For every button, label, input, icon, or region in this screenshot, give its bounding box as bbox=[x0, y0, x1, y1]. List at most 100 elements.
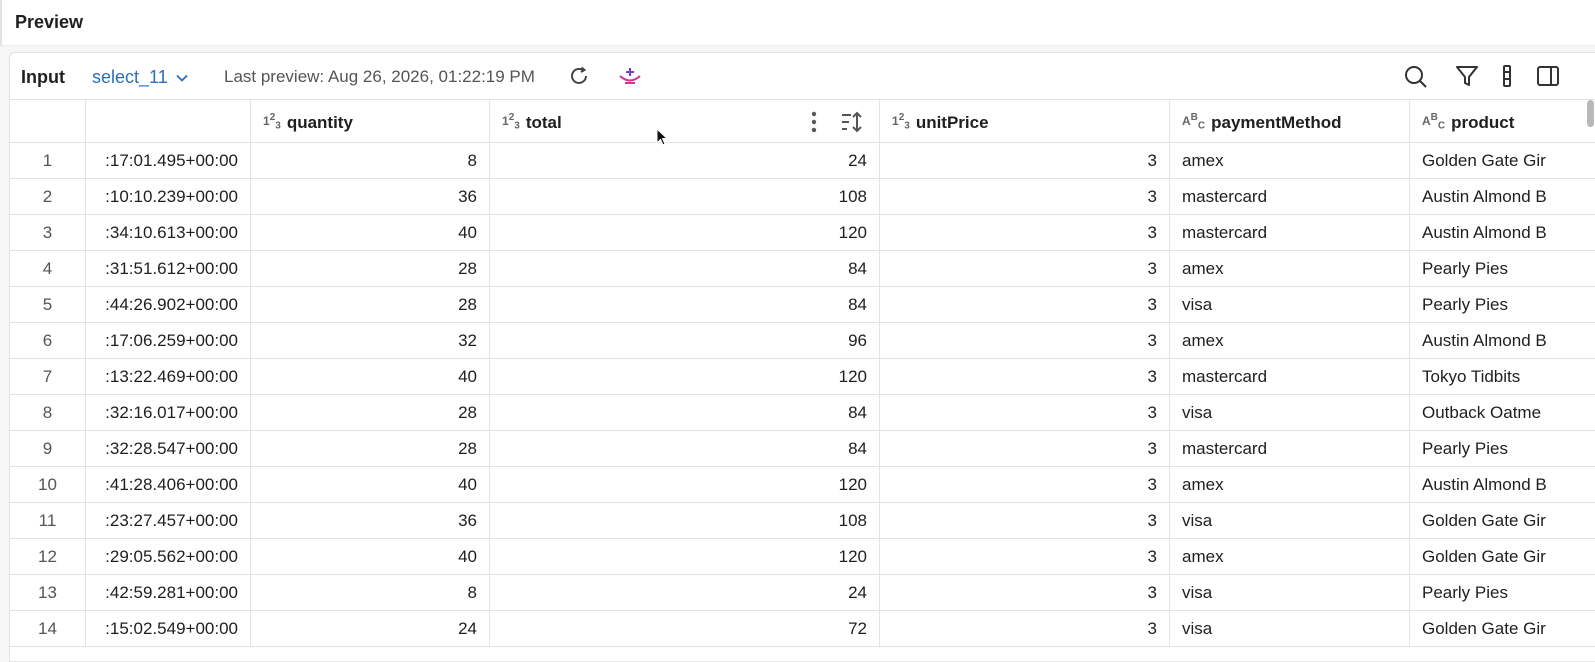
cell-quantity[interactable]: 8 bbox=[251, 575, 490, 611]
cell-timestamp[interactable]: :29:05.562+00:00 bbox=[86, 539, 251, 575]
cell-timestamp[interactable]: :44:26.902+00:00 bbox=[86, 287, 251, 323]
cell-timestamp[interactable]: :13:22.469+00:00 bbox=[86, 359, 251, 395]
cell-timestamp[interactable]: :17:01.495+00:00 bbox=[86, 143, 251, 179]
cell-unitprice[interactable]: 3 bbox=[880, 143, 1170, 179]
cell-timestamp[interactable]: :15:02.549+00:00 bbox=[86, 611, 251, 647]
table-row[interactable]: 13:42:59.281+00:00 8 24 3 visa Pearly Pies bbox=[10, 575, 1595, 611]
cell-product[interactable]: Golden Gate Gir bbox=[1410, 143, 1595, 179]
cell-quantity[interactable]: 40 bbox=[251, 539, 490, 575]
cell-timestamp[interactable]: :10:10.239+00:00 bbox=[86, 179, 251, 215]
panel-icon[interactable] bbox=[1535, 63, 1561, 89]
cell-product[interactable]: Tokyo Tidbits bbox=[1410, 359, 1595, 395]
row-index[interactable]: 9 bbox=[10, 431, 86, 467]
cell-quantity[interactable]: 24 bbox=[251, 611, 490, 647]
refresh-icon[interactable] bbox=[567, 64, 591, 88]
row-index[interactable]: 14 bbox=[10, 611, 86, 647]
cell-paymentmethod[interactable]: amex bbox=[1170, 251, 1410, 287]
cell-timestamp[interactable]: :42:59.281+00:00 bbox=[86, 575, 251, 611]
cell-total[interactable]: 84 bbox=[490, 287, 880, 323]
cell-total[interactable]: 108 bbox=[490, 179, 880, 215]
table-row[interactable]: 9:32:28.547+00:00 28 84 3 mastercard Pearly P… bbox=[10, 431, 1595, 467]
row-index[interactable]: 10 bbox=[10, 467, 86, 503]
cell-product[interactable]: Golden Gate Gir bbox=[1410, 611, 1595, 647]
source-select[interactable]: select_11 bbox=[92, 67, 188, 88]
header-quantity[interactable]: 123 quantity bbox=[251, 100, 490, 143]
cell-paymentmethod[interactable]: amex bbox=[1170, 143, 1410, 179]
cell-unitprice[interactable]: 3 bbox=[880, 467, 1170, 503]
cell-quantity[interactable]: 28 bbox=[251, 431, 490, 467]
cell-unitprice[interactable]: 3 bbox=[880, 503, 1170, 539]
cell-total[interactable]: 108 bbox=[490, 503, 880, 539]
header-timestamp[interactable] bbox=[86, 100, 251, 143]
table-row[interactable]: 8:32:16.017+00:00 28 84 3 visa Outback Oatme bbox=[10, 395, 1595, 431]
cell-product[interactable]: Pearly Pies bbox=[1410, 287, 1595, 323]
table-row[interactable]: 14:15:02.549+00:00 24 72 3 visa Golden Gate G… bbox=[10, 611, 1595, 647]
cell-quantity[interactable]: 40 bbox=[251, 215, 490, 251]
cell-paymentmethod[interactable]: mastercard bbox=[1170, 215, 1410, 251]
row-index[interactable]: 6 bbox=[10, 323, 86, 359]
table-row[interactable]: 11:23:27.457+00:00 36 108 3 visa Golden Gate … bbox=[10, 503, 1595, 539]
cell-unitprice[interactable]: 3 bbox=[880, 611, 1170, 647]
row-index[interactable]: 2 bbox=[10, 179, 86, 215]
cell-product[interactable]: Austin Almond B bbox=[1410, 467, 1595, 503]
row-index[interactable]: 12 bbox=[10, 539, 86, 575]
cell-paymentmethod[interactable]: visa bbox=[1170, 611, 1410, 647]
cell-unitprice[interactable]: 3 bbox=[880, 539, 1170, 575]
cell-quantity[interactable]: 36 bbox=[251, 179, 490, 215]
cell-timestamp[interactable]: :31:51.612+00:00 bbox=[86, 251, 251, 287]
cell-quantity[interactable]: 40 bbox=[251, 359, 490, 395]
cell-product[interactable]: Pearly Pies bbox=[1410, 251, 1595, 287]
cell-quantity[interactable]: 36 bbox=[251, 503, 490, 539]
table-row[interactable]: 12:29:05.562+00:00 40 120 3 amex Golden Gate … bbox=[10, 539, 1595, 575]
cell-quantity[interactable]: 8 bbox=[251, 143, 490, 179]
cell-paymentmethod[interactable]: mastercard bbox=[1170, 431, 1410, 467]
cell-total[interactable]: 120 bbox=[490, 359, 880, 395]
cell-total[interactable]: 84 bbox=[490, 251, 880, 287]
cell-product[interactable]: Pearly Pies bbox=[1410, 431, 1595, 467]
table-row[interactable]: 4:31:51.612+00:00 28 84 3 amex Pearly Pies bbox=[10, 251, 1595, 287]
table-row[interactable]: 3:34:10.613+00:00 40 120 3 mastercard Austin … bbox=[10, 215, 1595, 251]
cell-total[interactable]: 72 bbox=[490, 611, 880, 647]
cell-total[interactable]: 96 bbox=[490, 323, 880, 359]
cell-quantity[interactable]: 28 bbox=[251, 251, 490, 287]
row-index[interactable]: 8 bbox=[10, 395, 86, 431]
cell-product[interactable]: Golden Gate Gir bbox=[1410, 539, 1595, 575]
cell-total[interactable]: 120 bbox=[490, 215, 880, 251]
cell-unitprice[interactable]: 3 bbox=[880, 395, 1170, 431]
vertical-scrollbar[interactable] bbox=[1587, 100, 1594, 127]
cell-total[interactable]: 24 bbox=[490, 143, 880, 179]
cell-paymentmethod[interactable]: amex bbox=[1170, 323, 1410, 359]
row-index[interactable]: 5 bbox=[10, 287, 86, 323]
table-row[interactable]: 6:17:06.259+00:00 32 96 3 amex Austin Almond … bbox=[10, 323, 1595, 359]
table-row[interactable]: 10:41:28.406+00:00 40 120 3 amex Austin Almon… bbox=[10, 467, 1595, 503]
cell-timestamp[interactable]: :23:27.457+00:00 bbox=[86, 503, 251, 539]
cell-unitprice[interactable]: 3 bbox=[880, 251, 1170, 287]
cell-quantity[interactable]: 28 bbox=[251, 395, 490, 431]
cell-paymentmethod[interactable]: amex bbox=[1170, 467, 1410, 503]
cell-timestamp[interactable]: :17:06.259+00:00 bbox=[86, 323, 251, 359]
cell-paymentmethod[interactable]: mastercard bbox=[1170, 359, 1410, 395]
cell-timestamp[interactable]: :41:28.406+00:00 bbox=[86, 467, 251, 503]
cell-product[interactable]: Golden Gate Gir bbox=[1410, 503, 1595, 539]
cell-unitprice[interactable]: 3 bbox=[880, 215, 1170, 251]
header-total[interactable]: 123 total bbox=[490, 100, 880, 143]
cell-timestamp[interactable]: :32:16.017+00:00 bbox=[86, 395, 251, 431]
row-index[interactable]: 7 bbox=[10, 359, 86, 395]
cell-paymentmethod[interactable]: visa bbox=[1170, 575, 1410, 611]
row-index[interactable]: 11 bbox=[10, 503, 86, 539]
cell-total[interactable]: 120 bbox=[490, 539, 880, 575]
cell-unitprice[interactable]: 3 bbox=[880, 179, 1170, 215]
cell-product[interactable]: Austin Almond B bbox=[1410, 215, 1595, 251]
cell-product[interactable]: Pearly Pies bbox=[1410, 575, 1595, 611]
table-row[interactable]: 7:13:22.469+00:00 40 120 3 mastercard Tokyo T… bbox=[10, 359, 1595, 395]
table-row[interactable]: 2:10:10.239+00:00 36 108 3 mastercard Austin … bbox=[10, 179, 1595, 215]
header-product[interactable]: ABC product bbox=[1410, 100, 1595, 143]
cell-total[interactable]: 84 bbox=[490, 395, 880, 431]
cell-timestamp[interactable]: :34:10.613+00:00 bbox=[86, 215, 251, 251]
cell-product[interactable]: Austin Almond B bbox=[1410, 179, 1595, 215]
cell-total[interactable]: 24 bbox=[490, 575, 880, 611]
header-paymentmethod[interactable]: ABC paymentMethod bbox=[1170, 100, 1410, 143]
cell-unitprice[interactable]: 3 bbox=[880, 323, 1170, 359]
cell-total[interactable]: 120 bbox=[490, 467, 880, 503]
row-index[interactable]: 1 bbox=[10, 143, 86, 179]
